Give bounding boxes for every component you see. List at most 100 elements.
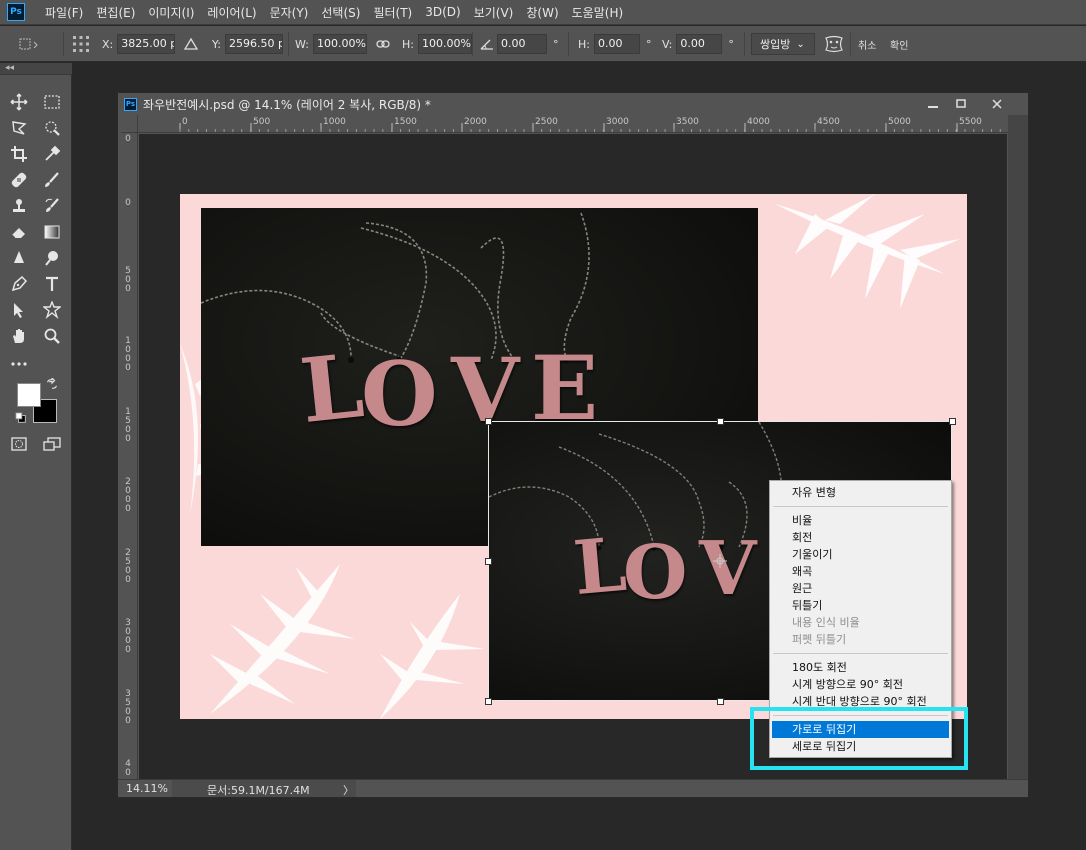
status-arrow-icon[interactable]: 〉 <box>343 782 354 798</box>
move-tool-icon[interactable] <box>7 91 31 113</box>
transform-center-icon[interactable] <box>713 554 727 568</box>
menu-3d[interactable]: 3D(D) <box>425 5 460 19</box>
dodge-tool-icon[interactable] <box>40 247 64 269</box>
menu-file[interactable]: 파일(F) <box>45 4 83 21</box>
ruler-corner[interactable] <box>121 115 138 133</box>
crop-tool-icon[interactable] <box>7 143 31 165</box>
transform-handle[interactable] <box>717 418 724 425</box>
menu-filter[interactable]: 필터(T) <box>373 4 412 21</box>
gradient-tool-icon[interactable] <box>40 221 64 243</box>
reference-point-icon[interactable] <box>72 26 90 62</box>
v-ruler-label: 0 <box>125 198 131 208</box>
commit-transform-button[interactable]: 확인 <box>890 26 908 62</box>
zoom-tool-icon[interactable] <box>40 325 64 347</box>
v-ruler-label: 3 0 0 0 <box>125 618 131 655</box>
menu-rotate-90-cw[interactable]: 시계 방향으로 90° 회전 <box>772 676 949 693</box>
menu-skew[interactable]: 기울이기 <box>772 546 949 563</box>
v-ruler-label: 1 0 0 0 <box>125 336 131 373</box>
clone-stamp-tool-icon[interactable] <box>7 195 31 217</box>
menu-scale[interactable]: 비율 <box>772 512 949 529</box>
menu-separator <box>773 653 948 654</box>
v-skew-field[interactable]: 0.00 <box>676 34 723 54</box>
healing-brush-tool-icon[interactable] <box>7 169 31 191</box>
transform-handle[interactable] <box>717 698 724 705</box>
zoom-level[interactable]: 14.11% <box>126 782 168 795</box>
transform-handle[interactable] <box>485 418 492 425</box>
more-tools-icon[interactable] <box>7 353 31 375</box>
width-field[interactable]: 100.00% <box>312 34 367 54</box>
pen-tool-icon[interactable] <box>7 273 31 295</box>
transform-tool-preset-icon[interactable] <box>18 26 40 62</box>
v-ruler-label: 0 <box>125 134 131 144</box>
link-icon[interactable] <box>376 26 390 62</box>
blur-tool-icon[interactable] <box>7 247 31 269</box>
close-icon[interactable] <box>986 95 1008 113</box>
menu-view[interactable]: 보기(V) <box>474 4 514 21</box>
menu-distort[interactable]: 왜곡 <box>772 563 949 580</box>
height-field[interactable]: 100.00% <box>417 34 472 54</box>
menu-puppet-warp: 퍼펫 뒤틀기 <box>792 633 847 646</box>
swap-colors-icon[interactable] <box>45 377 59 391</box>
v-ruler-label: 3 5 0 0 <box>125 689 131 726</box>
interpolation-value: 쌍입방 <box>760 38 791 51</box>
warp-mode-icon[interactable] <box>823 26 845 62</box>
quick-selection-tool-icon[interactable] <box>40 117 64 139</box>
maximize-icon[interactable] <box>950 95 972 113</box>
eyedropper-tool-icon[interactable] <box>40 143 64 165</box>
transform-handle[interactable] <box>485 558 492 565</box>
menu-window[interactable]: 창(W) <box>526 4 558 21</box>
quick-mask-icon[interactable] <box>7 433 31 455</box>
menu-free-transform[interactable]: 자유 변형 <box>772 484 949 501</box>
custom-shape-tool-icon[interactable] <box>40 299 64 321</box>
default-colors-icon[interactable] <box>14 411 28 425</box>
menu-help[interactable]: 도움말(H) <box>572 4 624 21</box>
relative-position-icon[interactable] <box>184 26 198 62</box>
path-selection-tool-icon[interactable] <box>7 299 31 321</box>
history-brush-tool-icon[interactable] <box>40 195 64 217</box>
menu-perspective[interactable]: 원근 <box>772 580 949 597</box>
vertical-ruler[interactable]: 0 0 5 0 0 1 0 0 0 1 5 0 0 2 0 0 0 2 5 0 … <box>121 133 138 779</box>
hand-tool-icon[interactable] <box>7 325 31 347</box>
menu-content-aware-scale: 내용 인식 비율 <box>792 616 860 629</box>
h-ruler-label: 0 <box>182 117 188 127</box>
vertical-scrollbar[interactable] <box>1008 115 1028 779</box>
h-ruler-label: 500 <box>253 117 271 127</box>
h-ruler-label: 4500 <box>817 117 840 127</box>
menu-type[interactable]: 문자(Y) <box>270 4 309 21</box>
menu-layer[interactable]: 레이어(L) <box>207 4 256 21</box>
v-ruler-label: 2 5 0 0 <box>125 548 131 585</box>
panel-collapse-strip[interactable]: ◂◂ <box>0 63 72 75</box>
screen-mode-icon[interactable] <box>40 433 64 455</box>
collapse-icon[interactable]: ◂◂ <box>5 63 14 73</box>
h-skew-field[interactable]: 0.00 <box>593 34 640 54</box>
horizontal-ruler[interactable]: 0 500 1000 1500 2000 2500 3000 3500 4000… <box>138 115 1008 133</box>
marquee-tool-icon[interactable] <box>40 91 64 113</box>
v-skew-label: V: <box>662 37 673 51</box>
menu-edit[interactable]: 편집(E) <box>96 4 135 21</box>
menu-rotate[interactable]: 회전 <box>772 529 949 546</box>
menu-rotate-180[interactable]: 180도 회전 <box>772 659 949 676</box>
angle-field[interactable]: 0.00 <box>497 34 547 54</box>
x-position-field[interactable]: 3825.00 px <box>117 34 176 54</box>
document-size[interactable]: 문서:59.1M/167.4M <box>207 782 310 798</box>
h-ruler-label: 3500 <box>676 117 699 127</box>
h-ruler-label: 2000 <box>464 117 487 127</box>
options-bar: X: 3825.00 px Y: 2596.50 px W: 100.00% H… <box>0 26 1086 62</box>
brush-tool-icon[interactable] <box>40 169 64 191</box>
transform-handle[interactable] <box>485 698 492 705</box>
eraser-tool-icon[interactable] <box>7 221 31 243</box>
menu-select[interactable]: 선택(S) <box>321 4 360 21</box>
document-title: 좌우반전예시.psd @ 14.1% (레이어 2 복사, RGB/8) * <box>143 97 431 112</box>
v-ruler-label: 5 0 0 <box>125 266 131 294</box>
cancel-transform-button[interactable]: 취소 <box>858 26 876 62</box>
y-position-field[interactable]: 2596.50 px <box>224 34 283 54</box>
menu-warp[interactable]: 뒤틀기 <box>772 597 949 614</box>
interpolation-dropdown[interactable]: 쌍입방 ⌄ <box>751 33 815 55</box>
menu-image[interactable]: 이미지(I) <box>148 4 194 21</box>
foreground-color-swatch[interactable] <box>17 383 41 407</box>
minimize-icon[interactable] <box>922 95 944 113</box>
type-tool-icon[interactable] <box>40 273 64 295</box>
transform-handle[interactable] <box>949 418 956 425</box>
document-title-bar[interactable]: Ps 좌우반전예시.psd @ 14.1% (레이어 2 복사, RGB/8) … <box>118 93 1028 115</box>
lasso-tool-icon[interactable] <box>7 117 31 139</box>
